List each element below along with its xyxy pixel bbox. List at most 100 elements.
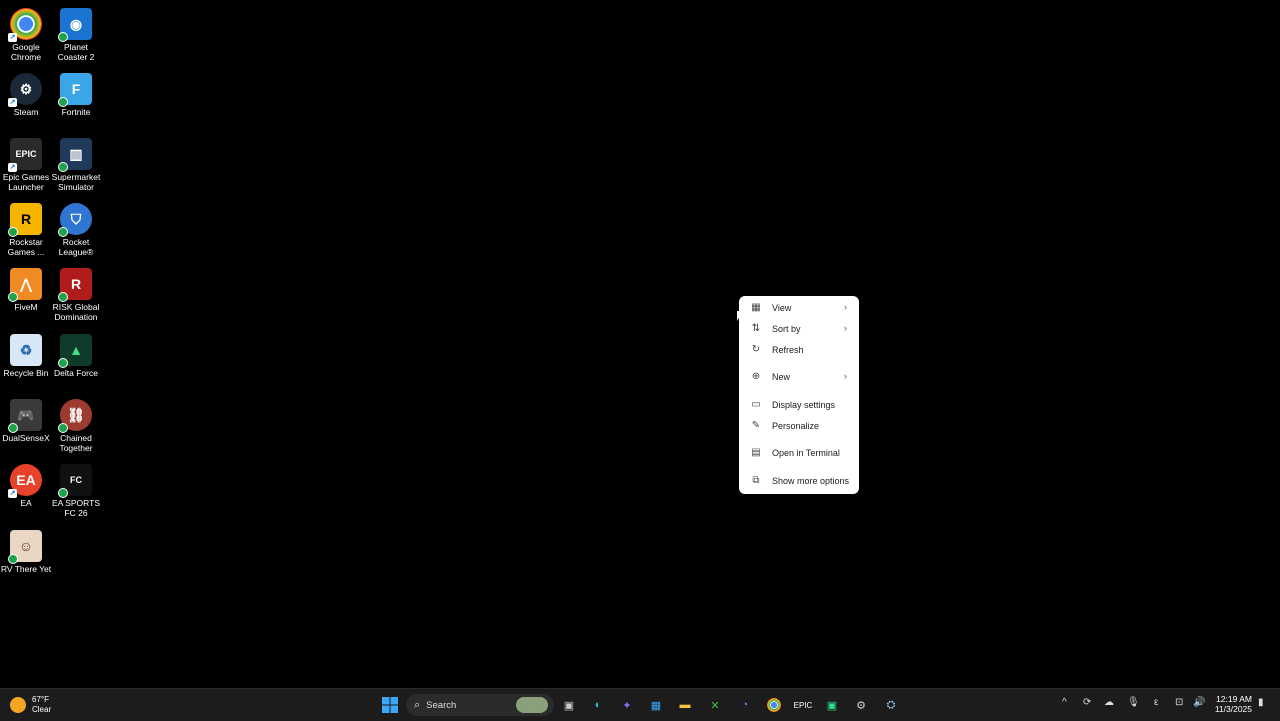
menu-item-open-in-terminal[interactable]: ▤ Open in Terminal [743,443,855,463]
epic-games-icon: EPIC ↗ [8,138,42,172]
desktop-icon-risk[interactable]: R RISK Global Domination [50,264,102,322]
menu-item-show-more-options[interactable]: ⧉ Show more options [743,471,855,491]
store-icon[interactable]: ▦ [645,694,667,716]
windows-logo-icon [382,697,398,713]
desktop-icon-steam[interactable]: ⚙ ↗ Steam [0,69,52,117]
rockstar-icon: R [8,203,42,237]
app-green-icon[interactable]: ▣ [821,694,843,716]
supermarket-icon: ▥ [58,138,92,172]
recycle-bin-icon: ♻ [10,334,42,366]
start-button[interactable] [379,694,401,716]
language-icon[interactable]: ε [1154,697,1158,708]
menu-item-display-settings[interactable]: ▭ Display settings [743,395,855,415]
clock-time: 12:19 AM [1216,694,1252,704]
desktop-icon-planet-coaster[interactable]: ◉ Planet Coaster 2 [50,4,102,62]
menu-item-label: Show more options [772,476,850,486]
taskbar-search[interactable]: ⌕ Search [406,694,554,716]
desktop-icon-label: Rocket League® [58,237,94,257]
desktop-icon-label: EA [20,498,32,508]
desktop-icon-ea[interactable]: EA ↗ EA [0,460,52,508]
menu-item-refresh[interactable]: ↻ Refresh [743,340,855,360]
brush-icon: ✎ [751,420,761,431]
taskbar: 67°F Clear ⌕ Search ▣ ◐ ✦ ▦ ▬ ✕ ◔ EPIC ▣… [0,688,1280,721]
desktop-icon-label: DualSenseX [2,433,50,443]
task-view-button[interactable]: ▣ [558,694,580,716]
settings-gear-icon[interactable]: ⚙ [850,694,872,716]
sync-icon[interactable]: ⟳ [1083,697,1091,708]
menu-item-sort-by[interactable]: ⇅ Sort by › [743,319,855,339]
volume-icon[interactable]: 🔊 [1193,697,1205,708]
view-grid-icon: ▦ [751,302,761,313]
desktop-icon-label: RISK Global Domination [52,302,100,322]
desktop-icon-label: Recycle Bin [3,368,49,378]
menu-item-label: Sort by [772,324,801,334]
edge-icon[interactable]: ◐ [587,694,609,716]
desktop-icon-rocket-league[interactable]: ⛉ Rocket League® [50,199,102,257]
cloud-icon[interactable]: ☁ [1104,697,1114,708]
chrome-taskbar-icon[interactable] [763,694,785,716]
menu-item-label: Refresh [772,345,804,355]
more-options-icon: ⧉ [752,475,760,486]
rocket-league-icon: ⛉ [58,203,92,237]
desktop-icon-google-chrome[interactable]: ↗ Google Chrome [0,4,52,62]
desktop-icon-chained-together[interactable]: ⛓ Chained Together [50,395,102,453]
chevron-up-icon[interactable]: ^ [1062,697,1067,708]
desktop-icon-label: RV There Yet [0,564,52,574]
chained-together-icon: ⛓ [58,399,92,433]
desktop-icon-label: Epic Games Launcher [2,172,50,192]
chevron-right-icon: › [844,302,847,312]
desktop-icon-label: Google Chrome [10,42,42,62]
network-icon[interactable]: ⊡ [1175,697,1183,708]
desktop-icon-fivem[interactable]: ⋀ FiveM [0,264,52,312]
menu-item-personalize[interactable]: ✎ Personalize [743,416,855,436]
discord-icon[interactable]: ◔ [734,694,756,716]
refresh-icon: ↻ [751,344,761,355]
search-highlight-icon [516,697,548,713]
file-explorer-icon[interactable]: ▬ [674,694,696,716]
microphone-icon[interactable]: 🎙 [1127,697,1140,708]
chevron-right-icon: › [844,323,847,333]
copilot-icon[interactable]: ✦ [616,694,638,716]
desktop-icon-dualsensex[interactable]: 🎮 DualSenseX [0,395,52,443]
menu-item-label: Display settings [772,400,836,410]
chevron-right-icon: › [844,371,847,381]
epic-games-taskbar-icon[interactable]: EPIC [792,694,814,716]
desktop-icon-fortnite[interactable]: F Fortnite [50,69,102,117]
desktop-icon-label: EA SPORTS FC 26 [51,498,101,518]
desktop-icon-label: Steam [13,107,39,117]
menu-item-label: View [772,303,792,313]
desktop-icon-label: Rockstar Games ... [7,237,45,257]
desktop-icon-label: FiveM [14,302,38,312]
search-label: Search [426,699,457,711]
search-icon: ⌕ [414,698,421,711]
desktop-icon-recycle-bin[interactable]: ♻ Recycle Bin [0,330,52,378]
desktop[interactable]: ↗ Google Chrome ⚙ ↗ Steam EPIC ↗ Epic Game… [0,0,1280,688]
ea-icon: EA ↗ [8,464,42,498]
dualsensex-icon: 🎮 [8,399,42,433]
steam-taskbar-icon[interactable]: ⛭ [880,694,902,716]
rv-there-yet-icon: ☺ [8,530,42,564]
sort-icon: ⇅ [751,323,761,334]
desktop-icon-delta-force[interactable]: ▲ Delta Force [50,330,102,378]
weather-icon [10,697,26,713]
risk-icon: R [58,268,92,302]
xbox-icon[interactable]: ✕ [704,694,726,716]
desktop-icon-supermarket-simulator[interactable]: ▥ Supermarket Simulator [50,134,102,192]
new-plus-icon: ⊕ [751,371,761,382]
desktop-icon-ea-fc[interactable]: FC EA SPORTS FC 26 [50,460,102,518]
mouse-cursor [737,311,743,321]
clock-date: 11/3/2025 [1214,704,1252,714]
desktop-icon-rv-there-yet[interactable]: ☺ RV There Yet [0,526,52,574]
steam-icon: ⚙ ↗ [8,73,42,107]
menu-item-label: New [772,372,791,382]
planet-coaster-icon: ◉ [58,8,92,42]
notification-icon[interactable]: ▮ [1258,697,1264,708]
weather-widget[interactable]: 67°F Clear [10,695,51,715]
clock[interactable]: 12:19 AM 11/3/2025 [1212,694,1252,714]
terminal-icon: ▤ [751,447,761,458]
menu-item-new[interactable]: ⊕ New › [743,367,855,387]
desktop-icon-rockstar[interactable]: R Rockstar Games ... [0,199,52,257]
desktop-icon-label: Delta Force [54,368,98,378]
desktop-icon-epic-games[interactable]: EPIC ↗ Epic Games Launcher [0,134,52,192]
menu-item-view[interactable]: ▦ View › [743,298,855,318]
